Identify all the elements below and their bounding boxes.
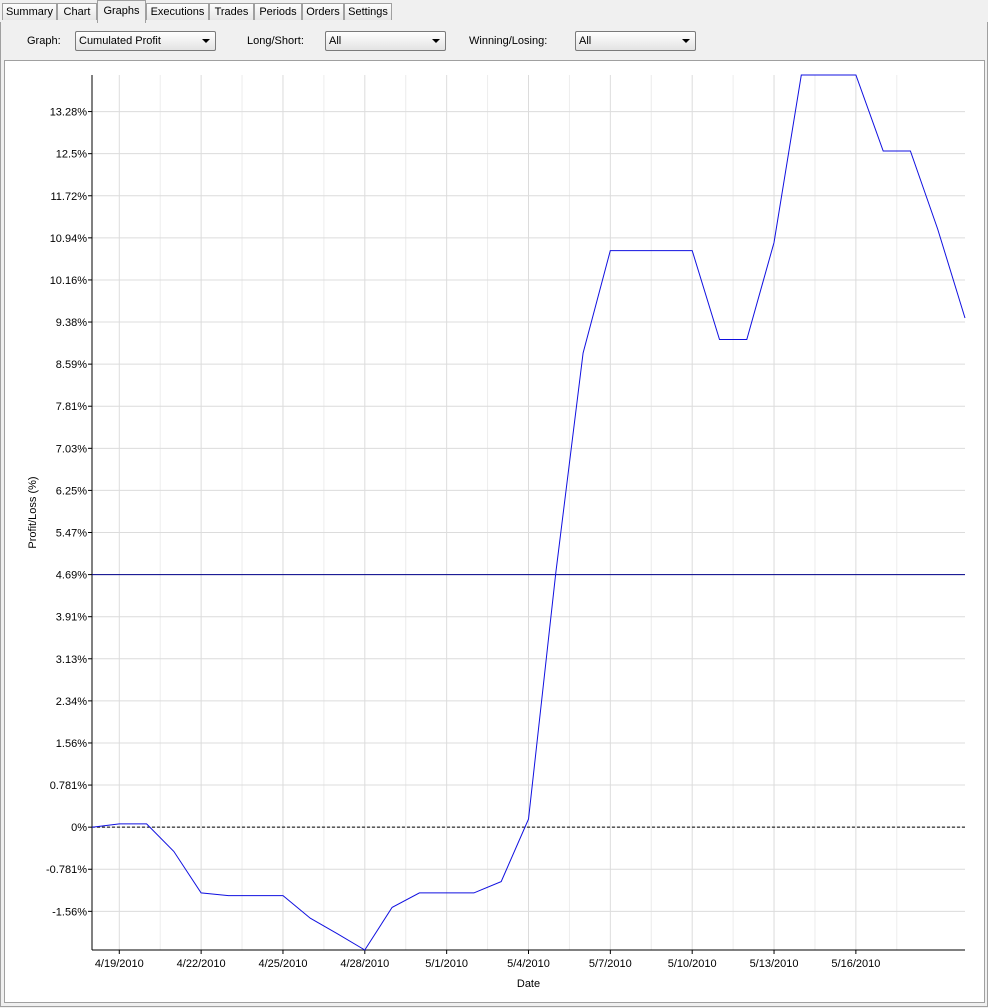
y-tick-label: 6.25% <box>56 485 87 497</box>
x-tick-label: 4/25/2010 <box>259 958 308 970</box>
x-tick-label: 5/1/2010 <box>425 958 468 970</box>
longshort-select-value: All <box>329 35 342 47</box>
x-tick-label: 5/13/2010 <box>750 958 799 970</box>
tab-settings[interactable]: Settings <box>344 3 392 20</box>
chevron-down-icon <box>432 39 440 43</box>
tab-summary[interactable]: Summary <box>2 3 57 20</box>
tab-periods[interactable]: Periods <box>254 3 302 20</box>
chevron-down-icon <box>202 39 210 43</box>
x-tick-label: 5/16/2010 <box>831 958 880 970</box>
chart-container: -1.56% -0.781% 0% 0.781% 1.56% 2.34% 3.13% 3.91… <box>4 60 985 1003</box>
winlose-label: Winning/Losing: <box>469 35 548 47</box>
y-tick-label: 11.72% <box>51 191 88 203</box>
tab-orders[interactable]: Orders <box>302 3 344 20</box>
x-tick-label: 5/7/2010 <box>589 958 632 970</box>
y-tick-label: 1.56% <box>56 738 87 750</box>
graph-label: Graph: <box>27 35 61 47</box>
winlose-select[interactable]: All <box>575 31 696 51</box>
x-axis-label: Date <box>517 978 540 990</box>
cumulated-profit-chart: -1.56% -0.781% 0% 0.781% 1.56% 2.34% 3.13% 3.91… <box>27 74 966 990</box>
y-tick-label: 12.5% <box>56 149 87 161</box>
longshort-select[interactable]: All <box>325 31 446 51</box>
x-tick-label: 5/4/2010 <box>507 958 550 970</box>
y-tick-label: 0.781% <box>50 780 88 792</box>
tab-executions[interactable]: Executions <box>146 3 209 20</box>
tab-bar: Summary Chart Graphs Executions Trades P… <box>0 0 988 23</box>
y-axis-label: Profit/Loss (%) <box>27 476 39 548</box>
y-tick-label: -1.56% <box>52 906 87 918</box>
y-tick-label: 7.81% <box>56 401 87 413</box>
y-tick-label: 13.28% <box>50 107 88 119</box>
x-tick-label: 4/22/2010 <box>177 958 226 970</box>
x-tick-label: 4/19/2010 <box>95 958 144 970</box>
tab-chart[interactable]: Chart <box>57 3 97 20</box>
y-tick-label: -0.781% <box>46 864 87 876</box>
chevron-down-icon <box>682 39 690 43</box>
graph-select-value: Cumulated Profit <box>79 35 161 47</box>
y-tick-label: 10.16% <box>50 275 88 287</box>
y-tick-label: 9.38% <box>56 317 87 329</box>
y-tick-label: 4.69% <box>56 570 87 582</box>
x-tick-label: 5/10/2010 <box>668 958 717 970</box>
y-tick-label: 2.34% <box>56 696 87 708</box>
longshort-label: Long/Short: <box>247 35 304 47</box>
winlose-select-value: All <box>579 35 592 47</box>
y-tick-label: 10.94% <box>50 233 88 245</box>
y-tick-label: 5.47% <box>56 528 87 540</box>
graph-select[interactable]: Cumulated Profit <box>75 31 216 51</box>
tab-graphs[interactable]: Graphs <box>97 0 146 23</box>
y-tick-label: 8.59% <box>56 359 87 371</box>
y-tick-label: 3.13% <box>56 654 87 666</box>
tab-trades[interactable]: Trades <box>209 3 254 20</box>
y-tick-label: 0% <box>71 822 87 834</box>
x-tick-label: 4/28/2010 <box>340 958 389 970</box>
y-tick-label: 3.91% <box>56 612 87 624</box>
y-tick-label: 7.03% <box>56 443 87 455</box>
